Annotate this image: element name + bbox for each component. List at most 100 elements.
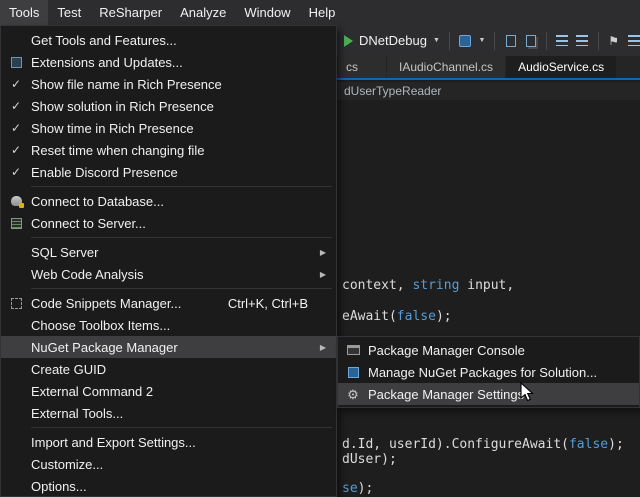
check-icon: ✓ (1, 99, 31, 113)
copy-icon (526, 35, 536, 47)
menu-item-code-snippets-manager[interactable]: Code Snippets Manager... Ctrl+K, Ctrl+B (1, 292, 336, 314)
menu-item-label: Options... (31, 479, 87, 494)
check-icon: ✓ (1, 165, 31, 179)
menu-item-label: Show file name in Rich Presence (31, 77, 222, 92)
code-token-keyword: false (569, 437, 608, 452)
code-line: se); (342, 481, 373, 496)
list-icon (628, 35, 640, 46)
menubar-item-resharper[interactable]: ReSharper (90, 0, 171, 25)
toolbar-separator (598, 32, 599, 50)
mouse-cursor (520, 382, 536, 404)
tools-menu-dropdown: Get Tools and Features... Extensions and… (0, 25, 337, 497)
menu-item-show-time-rich-presence[interactable]: ✓ Show time in Rich Presence (1, 117, 336, 139)
new-file-button[interactable] (504, 32, 517, 50)
menubar-label: ReSharper (99, 5, 162, 20)
code-line: eAwait(false); (342, 309, 452, 324)
menu-item-label: Extensions and Updates... (31, 55, 183, 70)
menu-item-connect-to-database[interactable]: Connect to Database... (1, 190, 336, 212)
menu-item-extensions-and-updates[interactable]: Extensions and Updates... (1, 51, 336, 73)
menu-item-label: Get Tools and Features... (31, 33, 177, 48)
submenu-item-package-manager-console[interactable]: Package Manager Console (338, 339, 639, 361)
bookmark-icon: ⚑ (608, 35, 619, 47)
menu-item-label: Enable Discord Presence (31, 165, 178, 180)
code-token-keyword: string (412, 278, 459, 293)
menu-item-customize[interactable]: Customize... (1, 453, 336, 475)
menu-item-get-tools-and-features[interactable]: Get Tools and Features... (1, 29, 336, 51)
menu-separator (31, 288, 332, 289)
run-config-label: DNetDebug (359, 33, 427, 48)
chevron-down-icon[interactable]: ▼ (479, 37, 486, 44)
attach-debugger-button[interactable] (459, 32, 472, 50)
menu-item-label: SQL Server (31, 245, 98, 260)
menu-item-label: Show time in Rich Presence (31, 121, 194, 136)
check-icon: ✓ (1, 121, 31, 135)
menu-item-label: Package Manager Settings (368, 387, 524, 402)
main-menu-bar: Tools Test ReSharper Analyze Window Help (0, 0, 640, 25)
code-token: dUser); (342, 452, 397, 467)
menu-item-nuget-package-manager[interactable]: NuGet Package Manager ▶ (1, 336, 336, 358)
menubar-label: Help (309, 5, 336, 20)
menu-item-reset-time-when-changing-file[interactable]: ✓ Reset time when changing file (1, 139, 336, 161)
menubar-item-analyze[interactable]: Analyze (171, 0, 235, 25)
menu-item-show-solution-rich-presence[interactable]: ✓ Show solution in Rich Presence (1, 95, 336, 117)
visual-studio-window: context, string input, eAwait(false); d.… (0, 0, 640, 497)
snippets-icon (1, 298, 31, 309)
toggle-bookmark-button[interactable]: ⚑ (607, 32, 620, 50)
submenu-arrow-icon: ▶ (314, 248, 332, 257)
menu-item-label: Connect to Server... (31, 216, 146, 231)
start-debug-button[interactable]: DNetDebug ▼ (344, 33, 440, 48)
menu-item-enable-discord-presence[interactable]: ✓ Enable Discord Presence (1, 161, 336, 183)
menu-item-choose-toolbox-items[interactable]: Choose Toolbox Items... (1, 314, 336, 336)
code-token: context, (342, 278, 412, 293)
nuget-package-manager-submenu: Package Manager Console Manage NuGet Pac… (337, 336, 640, 408)
menu-item-sql-server[interactable]: SQL Server ▶ (1, 241, 336, 263)
extensions-icon (1, 57, 31, 68)
menu-item-external-command-2[interactable]: External Command 2 (1, 380, 336, 402)
tab-iaudiochannel[interactable]: IAudioChannel.cs (387, 56, 505, 78)
outdent-button[interactable] (556, 32, 569, 50)
check-icon: ✓ (1, 143, 31, 157)
outdent-icon (556, 35, 568, 46)
menu-item-connect-to-server[interactable]: Connect to Server... (1, 212, 336, 234)
indent-button[interactable] (576, 32, 589, 50)
submenu-item-manage-nuget-packages-for-solution[interactable]: Manage NuGet Packages for Solution... (338, 361, 639, 383)
server-icon (1, 218, 31, 229)
menubar-item-test[interactable]: Test (48, 0, 90, 25)
menu-item-show-file-name-rich-presence[interactable]: ✓ Show file name in Rich Presence (1, 73, 336, 95)
menu-item-label: Show solution in Rich Presence (31, 99, 214, 114)
menu-item-label: Code Snippets Manager... (31, 296, 181, 311)
tab-document-1[interactable]: cs (338, 56, 386, 78)
open-file-button[interactable] (524, 32, 537, 50)
menu-item-label: Reset time when changing file (31, 143, 204, 158)
code-token: d.Id, userId).ConfigureAwait( (342, 437, 569, 452)
console-icon (338, 345, 368, 355)
code-token: input, (459, 278, 514, 293)
menu-item-shortcut: Ctrl+K, Ctrl+B (228, 296, 314, 311)
menu-item-create-guid[interactable]: Create GUID (1, 358, 336, 380)
menu-item-label: External Tools... (31, 406, 123, 421)
menubar-label: Tools (9, 5, 39, 20)
menubar-item-window[interactable]: Window (235, 0, 299, 25)
menu-item-label: Manage NuGet Packages for Solution... (368, 365, 597, 380)
code-token: ); (358, 481, 374, 496)
indent-icon (576, 35, 588, 46)
menu-item-external-tools[interactable]: External Tools... (1, 402, 336, 424)
menu-item-label: Choose Toolbox Items... (31, 318, 170, 333)
menubar-label: Analyze (180, 5, 226, 20)
menubar-item-tools[interactable]: Tools (0, 0, 48, 25)
member-dropdown-text: dUserTypeReader (344, 84, 441, 98)
tab-audioservice[interactable]: AudioService.cs (506, 56, 616, 78)
menubar-item-help[interactable]: Help (300, 0, 345, 25)
bookmark-list-button[interactable] (627, 32, 640, 50)
gear-icon: ⚙ (338, 388, 368, 401)
toolbar-separator (546, 32, 547, 50)
code-token-keyword: false (397, 309, 436, 324)
tab-label: AudioService.cs (518, 60, 604, 74)
tab-label: IAudioChannel.cs (399, 60, 493, 74)
menu-item-options[interactable]: Options... (1, 475, 336, 497)
code-token: ); (608, 437, 624, 452)
document-icon (506, 35, 516, 47)
menu-item-web-code-analysis[interactable]: Web Code Analysis ▶ (1, 263, 336, 285)
submenu-item-package-manager-settings[interactable]: ⚙ Package Manager Settings (338, 383, 639, 405)
menu-item-import-and-export-settings[interactable]: Import and Export Settings... (1, 431, 336, 453)
